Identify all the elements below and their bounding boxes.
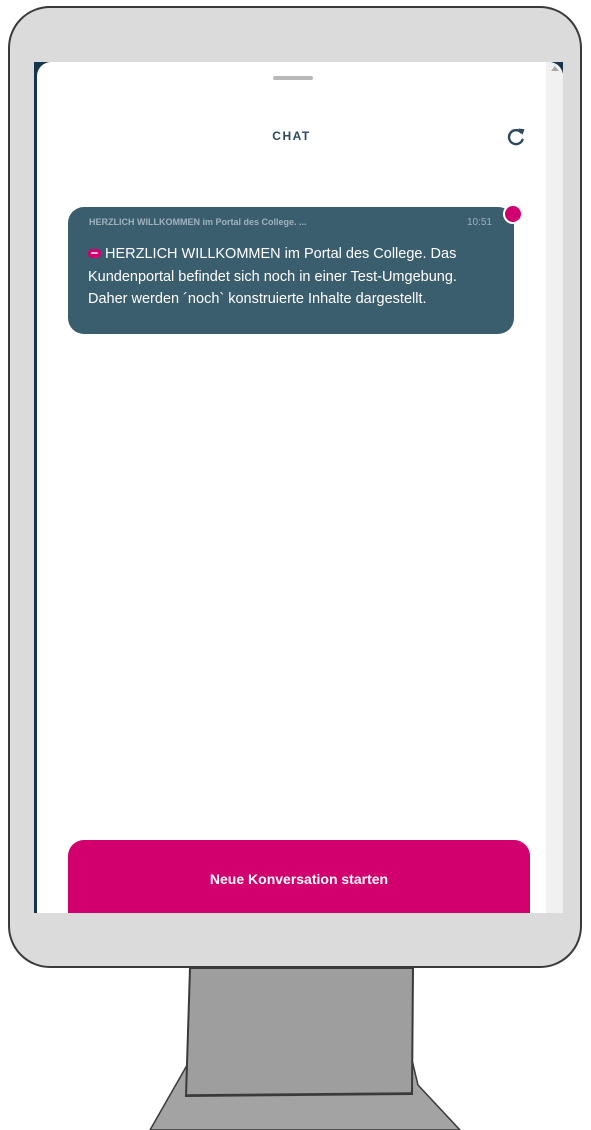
chat-panel: CHAT HERZLICH WILLKOMMEN im Portal des C… bbox=[37, 62, 563, 913]
unread-indicator bbox=[503, 204, 523, 224]
refresh-button[interactable] bbox=[505, 126, 527, 148]
scroll-up-arrow-icon[interactable] bbox=[551, 66, 559, 71]
message-body: HERZLICH WILLKOMMEN im Portal des Colleg… bbox=[88, 243, 498, 311]
message-text: HERZLICH WILLKOMMEN im Portal des Colleg… bbox=[88, 246, 457, 307]
refresh-icon bbox=[507, 128, 525, 146]
message-preview: HERZLICH WILLKOMMEN im Portal des Colleg… bbox=[89, 217, 307, 227]
chat-message[interactable]: HERZLICH WILLKOMMEN im Portal des Colleg… bbox=[68, 207, 514, 334]
page-title: CHAT bbox=[272, 129, 311, 143]
scrollbar[interactable] bbox=[546, 62, 563, 913]
kiosk-screen: CHAT HERZLICH WILLKOMMEN im Portal des C… bbox=[34, 62, 563, 913]
message-timestamp: 10:51 bbox=[466, 217, 492, 228]
drag-handle[interactable] bbox=[273, 76, 313, 80]
new-conversation-button[interactable]: Neue Konversation starten bbox=[68, 840, 530, 913]
college-logo-icon bbox=[88, 248, 101, 258]
